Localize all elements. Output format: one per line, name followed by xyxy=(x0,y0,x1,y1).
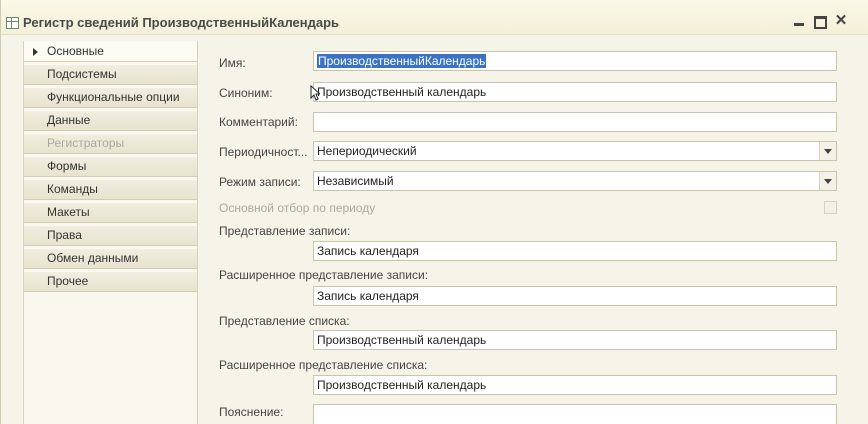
ext-record-presentation-value: Запись календаря xyxy=(317,289,419,303)
write-mode-label: Режим записи: xyxy=(219,175,301,189)
register-editor-window: Регистр сведений ПроизводственныйКаленда… xyxy=(0,0,868,424)
triangle-right-icon xyxy=(33,48,38,56)
sidebar-item-funkcionalnye-opcii[interactable]: Функциональные опции xyxy=(24,87,197,108)
sidebar: Основные Подсистемы Функциональные опции… xyxy=(23,41,198,424)
name-field[interactable]: ПроизводственныйКалендарь xyxy=(313,51,837,71)
ext-list-presentation-field[interactable]: Производственный календарь xyxy=(313,375,837,395)
record-presentation-field[interactable]: Запись календаря xyxy=(313,241,837,261)
sidebar-item-osnovnye[interactable]: Основные xyxy=(24,41,197,62)
sidebar-item-label: Данные xyxy=(47,113,91,127)
name-value: ПроизводственныйКалендарь xyxy=(317,54,487,68)
sidebar-item-prochee[interactable]: Прочее xyxy=(24,271,197,292)
maximize-icon xyxy=(813,16,827,29)
chevron-down-icon[interactable] xyxy=(819,172,836,190)
minimize-button[interactable] xyxy=(791,13,807,29)
explanation-label: Пояснение: xyxy=(219,405,284,419)
ext-record-presentation-label: Расширенное представление записи: xyxy=(219,268,429,282)
sidebar-item-label: Обмен данными xyxy=(47,251,139,265)
period-filter-checkbox xyxy=(824,201,837,214)
sidebar-item-label: Прочее xyxy=(47,274,89,288)
record-presentation-value: Запись календаря xyxy=(317,244,419,258)
sidebar-item-label: Макеты xyxy=(47,205,90,219)
sidebar-item-label: Регистраторы xyxy=(47,136,125,150)
register-icon xyxy=(6,17,19,29)
sidebar-item-komandy[interactable]: Команды xyxy=(24,179,197,200)
periodicity-select[interactable]: Непериодический xyxy=(313,141,837,161)
sidebar-item-makety[interactable]: Макеты xyxy=(24,202,197,223)
title-bar[interactable]: Регистр сведений ПроизводственныйКаленда… xyxy=(1,0,868,35)
list-presentation-field[interactable]: Производственный календарь xyxy=(313,330,837,350)
name-label: Имя: xyxy=(219,56,246,70)
text-cursor-icon xyxy=(310,85,320,101)
record-presentation-label: Представление записи: xyxy=(219,224,351,238)
comment-label: Комментарий: xyxy=(219,115,298,129)
sidebar-item-dannye[interactable]: Данные xyxy=(24,110,197,131)
ext-list-presentation-label: Расширенное представление списка: xyxy=(219,358,428,372)
sidebar-item-prava[interactable]: Права xyxy=(24,225,197,246)
sidebar-item-podsistemy[interactable]: Подсистемы xyxy=(24,64,197,85)
sidebar-item-registratory: Регистраторы xyxy=(24,133,197,154)
explanation-field[interactable] xyxy=(313,404,837,424)
synonym-field[interactable]: Производственный календарь xyxy=(313,82,837,102)
sidebar-item-label: Команды xyxy=(47,182,98,196)
periodicity-value: Непериодический xyxy=(317,144,417,158)
list-presentation-value: Производственный календарь xyxy=(317,333,487,347)
write-mode-value: Независимый xyxy=(317,174,394,188)
sidebar-item-label: Подсистемы xyxy=(47,67,117,81)
sidebar-item-label: Права xyxy=(47,228,82,242)
close-button[interactable]: ✕ xyxy=(833,13,849,29)
sidebar-item-formy[interactable]: Формы xyxy=(24,156,197,177)
sidebar-item-obmen-dannymi[interactable]: Обмен данными xyxy=(24,248,197,269)
window-title: Регистр сведений ПроизводственныйКаленда… xyxy=(23,15,340,30)
comment-field[interactable] xyxy=(313,112,837,132)
minimize-icon xyxy=(794,23,804,26)
write-mode-select[interactable]: Независимый xyxy=(313,171,837,191)
list-presentation-label: Представление списка: xyxy=(219,314,350,328)
ext-record-presentation-field[interactable]: Запись календаря xyxy=(313,286,837,306)
ext-list-presentation-value: Производственный календарь xyxy=(317,378,487,392)
sidebar-item-label: Функциональные опции xyxy=(47,90,180,104)
maximize-button[interactable] xyxy=(812,13,828,29)
sidebar-item-label: Формы xyxy=(47,159,87,173)
synonym-value: Производственный календарь xyxy=(317,85,487,99)
chevron-down-icon[interactable] xyxy=(819,142,836,160)
periodicity-label: Периодичност... xyxy=(219,145,308,159)
period-filter-label: Основной отбор по периоду xyxy=(219,201,376,215)
sidebar-item-label: Основные xyxy=(47,44,104,58)
synonym-label: Синоним: xyxy=(219,86,273,100)
